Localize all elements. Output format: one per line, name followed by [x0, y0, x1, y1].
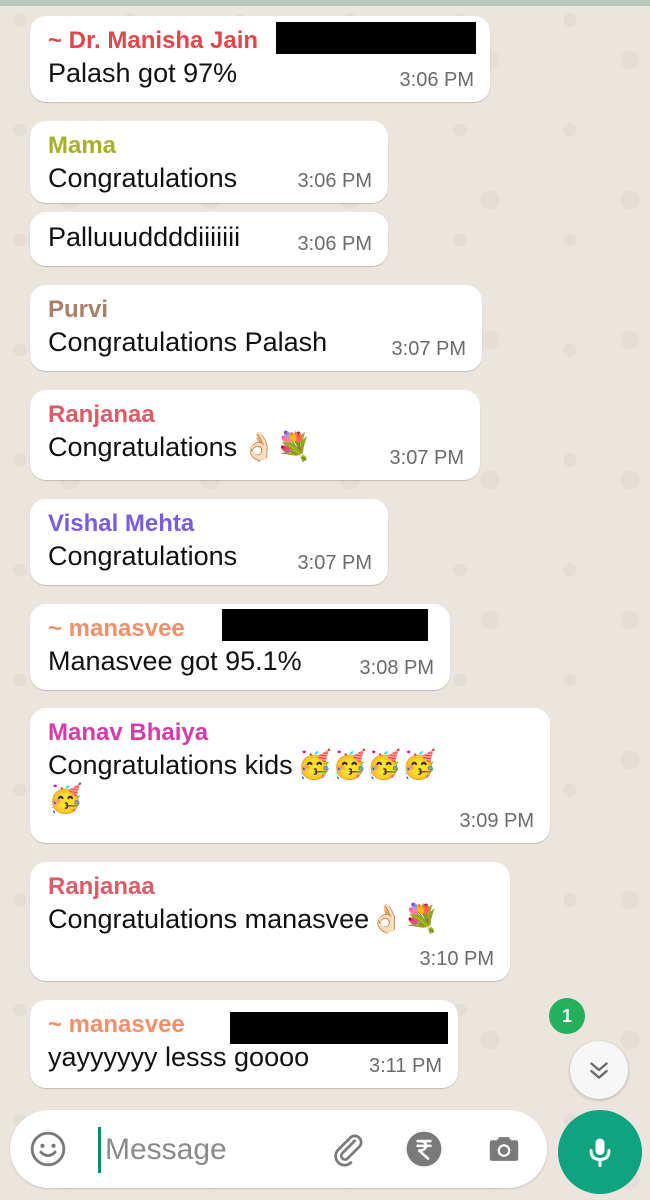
message-emoji: 🥳: [48, 783, 83, 814]
sender-name: Mama: [48, 132, 117, 159]
message-bubble[interactable]: Ranjanaa Congratulations manasvee👌🏻💐 3:1…: [30, 862, 510, 981]
redacted-phone-number: [230, 1012, 448, 1044]
message-time: 3:08 PM: [359, 657, 434, 679]
sender-name: Vishal Mehta: [48, 510, 195, 537]
message-bubble[interactable]: Mama Congratulations 3:06 PM: [30, 121, 388, 203]
message-bubble[interactable]: Purvi Congratulations Palash 3:07 PM: [30, 285, 482, 371]
attach-button[interactable]: [328, 1129, 368, 1169]
message-time: 3:10 PM: [419, 948, 494, 970]
message-time: 3:07 PM: [391, 338, 466, 360]
emoji-button[interactable]: [28, 1129, 68, 1169]
sender-name: Purvi: [48, 296, 109, 323]
message-text: Congratulations: [48, 541, 238, 571]
message-text: Congratulations kids: [48, 750, 293, 780]
camera-button[interactable]: [484, 1129, 524, 1169]
message-text: Congratulations Palash: [48, 327, 328, 357]
message-text: Congratulations: [48, 163, 238, 193]
message-text: Palash got 97%: [48, 58, 238, 88]
message-emoji: 👌🏻💐: [241, 431, 312, 462]
unread-count-badge: 1: [549, 998, 585, 1034]
scroll-to-bottom-button[interactable]: [570, 1041, 628, 1099]
message-text: Palluuuddddiiiiiii: [48, 222, 241, 252]
top-edge: [0, 0, 650, 6]
message-emoji: 👌🏻💐: [369, 903, 439, 934]
message-text: Congratulations: [48, 432, 238, 462]
sender-name: Manav Bhaiya: [48, 719, 209, 746]
message-text: Manasvee got 95.1%: [48, 646, 302, 676]
message-bubble[interactable]: Ranjanaa Congratulations 👌🏻💐 3:07 PM: [30, 390, 480, 480]
message-time: 3:07 PM: [389, 447, 464, 469]
message-time: 3:06 PM: [399, 69, 474, 91]
message-bubble[interactable]: Palluuuddddiiiiiii 3:06 PM: [30, 212, 388, 266]
message-bubble[interactable]: Manav Bhaiya Congratulations kids 🥳🥳🥳🥳 🥳…: [30, 708, 550, 843]
message-input[interactable]: [98, 1127, 337, 1173]
message-emoji: 🥳🥳🥳🥳: [297, 749, 437, 780]
attach-icon: [334, 1134, 363, 1167]
message-bubble[interactable]: Vishal Mehta Congratulations 3:07 PM: [30, 499, 388, 585]
message-time: 3:06 PM: [297, 170, 372, 192]
payment-button[interactable]: [404, 1129, 444, 1169]
sender-name: Ranjanaa: [48, 873, 155, 900]
mic-icon: [589, 1138, 611, 1167]
voice-message-button[interactable]: [558, 1110, 642, 1194]
camera-icon: [489, 1137, 519, 1161]
redacted-phone-number: [222, 609, 428, 641]
sender-name: Ranjanaa: [48, 401, 155, 428]
message-composer: [10, 1110, 547, 1188]
message-time: 3:07 PM: [297, 552, 372, 574]
message-time: 3:06 PM: [297, 233, 372, 255]
redacted-phone-number: [276, 22, 476, 54]
message-time: 3:09 PM: [459, 810, 534, 832]
message-text: yayyyyyy lesss goooo: [48, 1042, 310, 1072]
message-text: Congratulations manasvee: [48, 904, 370, 934]
double-chevron-down-icon: [590, 1062, 608, 1079]
rupee-payment-icon: [406, 1131, 442, 1167]
message-time: 3:11 PM: [369, 1055, 442, 1077]
emoji-icon: [30, 1131, 66, 1167]
